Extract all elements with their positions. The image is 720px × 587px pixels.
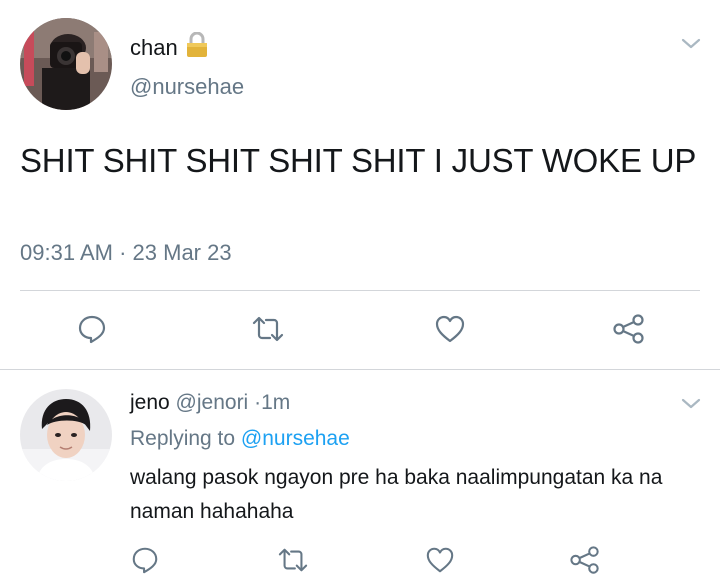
reply-text: walang pasok ngayon pre ha baka naalimpu… xyxy=(130,466,663,523)
reply-icon[interactable] xyxy=(130,545,160,575)
avatar[interactable] xyxy=(20,18,112,110)
reply-icon[interactable] xyxy=(76,313,108,345)
author-handle[interactable]: @nursehae xyxy=(130,74,244,100)
share-icon[interactable] xyxy=(612,313,646,345)
lock-icon xyxy=(186,31,208,63)
tweet-time: 09:31 AM xyxy=(20,240,113,265)
divider xyxy=(20,290,700,291)
reply-author-name[interactable]: jeno xyxy=(130,391,170,414)
author-name[interactable]: chan xyxy=(130,35,178,61)
avatar-image xyxy=(20,389,112,481)
tweet-date: 23 Mar 23 xyxy=(132,240,232,265)
like-icon[interactable] xyxy=(434,313,466,345)
tweet-timestamp[interactable]: 09:31 AM · 23 Mar 23 xyxy=(20,240,232,266)
like-icon[interactable] xyxy=(425,545,455,575)
replying-to-line: Replying to @nursehae xyxy=(130,427,350,451)
avatar-image xyxy=(20,18,112,110)
reply-author-handle[interactable]: @jenori xyxy=(176,391,249,414)
meta-separator: · xyxy=(119,240,127,265)
chevron-down-icon[interactable] xyxy=(680,36,702,52)
reply-header: jeno @jenori ·1m xyxy=(130,391,290,415)
main-tweet: chan @nursehae SHIT SHIT SHIT SHIT SHIT … xyxy=(0,0,720,370)
reply-age: 1m xyxy=(261,391,291,414)
retweet-icon[interactable] xyxy=(250,313,286,345)
tweet-text: SHIT SHIT SHIT SHIT SHIT I JUST WOKE UP xyxy=(20,142,697,179)
retweet-icon[interactable] xyxy=(276,545,310,575)
mention-link[interactable]: @nursehae xyxy=(241,427,350,450)
author-row: chan xyxy=(130,31,208,63)
share-icon[interactable] xyxy=(569,545,601,575)
replying-prefix: Replying to xyxy=(130,427,236,450)
avatar[interactable] xyxy=(20,389,112,481)
divider xyxy=(0,369,720,370)
chevron-down-icon[interactable] xyxy=(680,396,702,412)
